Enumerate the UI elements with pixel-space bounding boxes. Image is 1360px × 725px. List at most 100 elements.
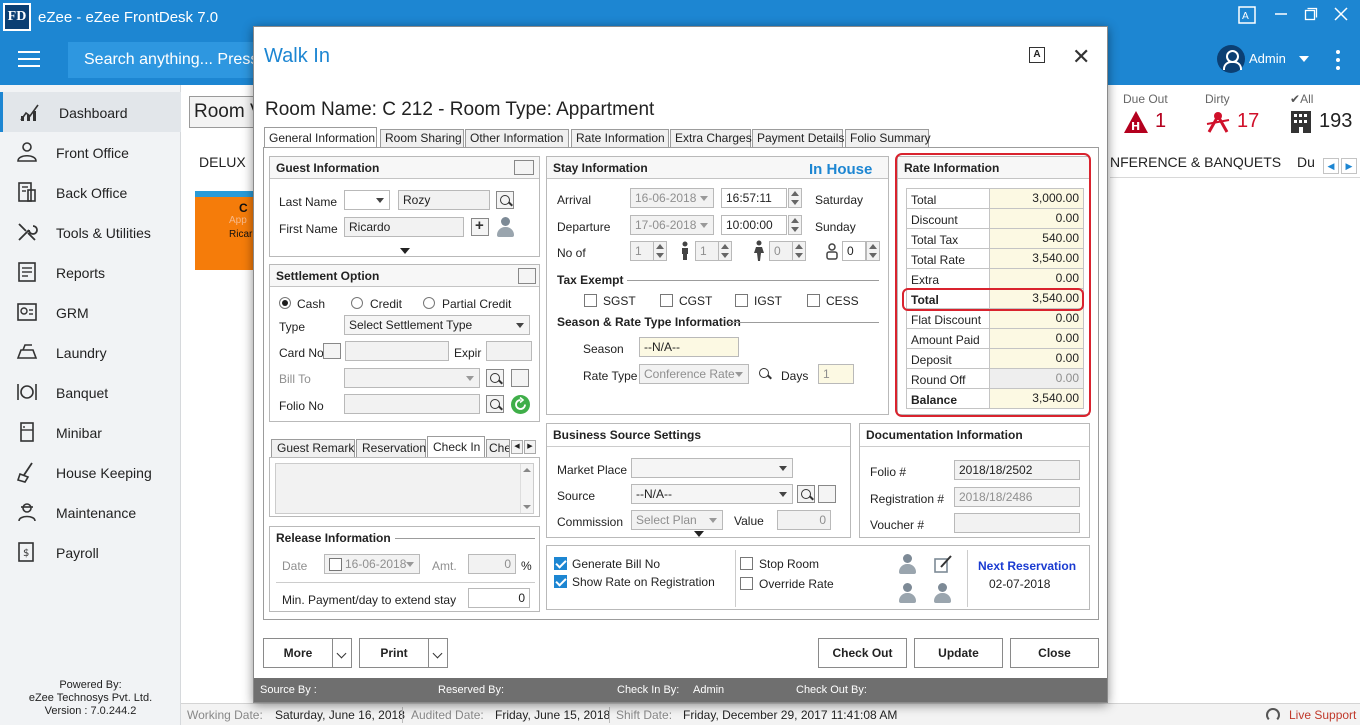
sidebar-item-banquet[interactable]: Banquet — [0, 372, 181, 412]
folio-number-input[interactable]: 2018/18/2502 — [954, 460, 1080, 480]
adults-input[interactable]: 1 — [695, 241, 719, 261]
edit-icon[interactable] — [932, 553, 954, 575]
sidebar-item-dashboard[interactable]: Dashboard — [0, 92, 181, 132]
expand-caret-icon[interactable] — [694, 531, 704, 537]
guest-card-icon[interactable] — [514, 160, 534, 175]
stop-room-checkbox[interactable] — [740, 557, 753, 570]
sidebar-item-maintenance[interactable]: Maintenance — [0, 492, 181, 532]
sidebar-item-tools-utilities[interactable]: Tools & Utilities — [0, 212, 181, 252]
check-out-button[interactable]: Check Out — [818, 638, 907, 668]
room-card[interactable]: C App Ricar — [195, 191, 255, 270]
guest-group-icon[interactable] — [897, 582, 919, 604]
chevron-down-icon[interactable] — [1299, 56, 1309, 62]
close-icon[interactable]: ✕ — [1072, 44, 1090, 70]
more-dropdown-button[interactable] — [332, 638, 352, 668]
print-dropdown-button[interactable] — [428, 638, 448, 668]
user-avatar-icon[interactable] — [1217, 45, 1245, 73]
more-button[interactable]: More — [263, 638, 333, 668]
language-icon[interactable]: A — [1029, 47, 1045, 63]
add-bill-to-icon[interactable] — [511, 369, 529, 387]
remark-scrollbar[interactable] — [520, 464, 533, 513]
cess-checkbox[interactable] — [807, 294, 820, 307]
departure-time-input[interactable]: 10:00:00 — [721, 215, 787, 235]
infants-stepper[interactable] — [866, 241, 880, 261]
tab-du[interactable]: Du — [1297, 154, 1315, 170]
tab-rate-information[interactable]: Rate Information — [571, 129, 669, 147]
expand-caret-icon[interactable] — [400, 248, 410, 254]
tab-reservation[interactable]: Reservation — [356, 439, 426, 457]
search-guest-icon[interactable] — [496, 191, 514, 209]
sgst-checkbox[interactable] — [584, 294, 597, 307]
sidebar-item-back-office[interactable]: Back Office — [0, 172, 181, 212]
arrival-time-stepper[interactable] — [788, 188, 802, 208]
folio-no-input[interactable] — [344, 394, 480, 414]
bill-to-select[interactable] — [344, 368, 480, 388]
language-icon[interactable]: A — [1236, 6, 1258, 28]
tab-che[interactable]: Che — [486, 439, 510, 457]
source-select[interactable]: --N/A-- — [631, 484, 793, 504]
sidebar-item-grm[interactable]: GRM — [0, 292, 181, 332]
adults-stepper[interactable] — [718, 241, 732, 261]
tab-payment-details[interactable]: Payment Details — [752, 129, 844, 147]
settlement-type-select[interactable]: Select Settlement Type — [344, 315, 530, 335]
more-options-icon[interactable] — [1336, 50, 1340, 70]
sidebar-item-front-office[interactable]: Front Office — [0, 132, 181, 172]
room-view-button[interactable]: Room V — [189, 96, 255, 128]
value-input[interactable]: 0 — [777, 510, 831, 530]
guest-profile-icon[interactable] — [495, 216, 517, 238]
search-bill-to-icon[interactable] — [486, 369, 504, 387]
igst-checkbox[interactable] — [735, 294, 748, 307]
season-input[interactable]: --N/A-- — [639, 337, 739, 357]
show-rate-checkbox[interactable] — [554, 575, 567, 588]
menu-icon[interactable] — [18, 51, 40, 67]
rooms-count-input[interactable]: 1 — [630, 241, 654, 261]
rate-type-select[interactable]: Conference Rate — [639, 364, 749, 384]
sidebar-item-house-keeping[interactable]: House Keeping — [0, 452, 181, 492]
amt-input[interactable]: 0 — [468, 554, 516, 574]
tab-guest-remark[interactable]: Guest Remark — [271, 439, 355, 457]
refresh-icon[interactable] — [511, 395, 530, 414]
tab-extra-charges[interactable]: Extra Charges — [670, 129, 752, 147]
sidebar-item-minibar[interactable]: Minibar — [0, 412, 181, 452]
generate-bill-checkbox[interactable] — [554, 557, 567, 570]
commission-select[interactable]: Select Plan — [631, 510, 723, 530]
close-button[interactable]: Close — [1010, 638, 1099, 668]
tab-scroll-right-icon[interactable]: ▶ — [1341, 158, 1357, 174]
departure-time-stepper[interactable] — [788, 215, 802, 235]
print-button[interactable]: Print — [359, 638, 429, 668]
tab-folio-summary[interactable]: Folio Summary — [845, 129, 931, 147]
registration-number-input[interactable]: 2018/18/2486 — [954, 487, 1080, 507]
departure-date-select[interactable]: 17-06-2018 — [630, 215, 714, 235]
partial-credit-radio[interactable] — [423, 297, 435, 309]
update-button[interactable]: Update — [914, 638, 1003, 668]
sidebar-item-laundry[interactable]: Laundry — [0, 332, 181, 372]
cash-radio[interactable] — [279, 297, 291, 309]
settlement-card-icon[interactable] — [518, 268, 536, 284]
arrival-time-input[interactable]: 16:57:11 — [721, 188, 787, 208]
add-source-icon[interactable] — [818, 485, 836, 503]
children-stepper[interactable] — [792, 241, 806, 261]
maximize-button[interactable] — [1300, 6, 1322, 28]
search-source-icon[interactable] — [797, 485, 815, 503]
sidebar-item-reports[interactable]: Reports — [0, 252, 181, 292]
live-support-link[interactable]: Live Support — [1289, 708, 1356, 722]
min-payment-input[interactable]: 0 — [468, 588, 530, 608]
tabs-scroll-right-icon[interactable]: ▶ — [524, 440, 536, 454]
sidebar-item-payroll[interactable]: $ Payroll — [0, 532, 181, 572]
remark-textarea[interactable] — [275, 463, 534, 514]
close-window-button[interactable] — [1330, 6, 1352, 28]
cgst-checkbox[interactable] — [660, 294, 673, 307]
market-place-select[interactable] — [631, 458, 793, 478]
search-folio-icon[interactable] — [486, 395, 504, 413]
tab-delux[interactable]: DELUX — [199, 154, 246, 170]
search-rate-type-icon[interactable] — [756, 365, 774, 383]
tab-room-sharing[interactable]: Room Sharing — [380, 129, 464, 147]
minimize-button[interactable] — [1270, 6, 1292, 28]
expiry-input[interactable] — [486, 341, 532, 361]
next-reservation-label[interactable]: Next Reservation — [978, 559, 1076, 573]
first-name-input[interactable]: Ricardo — [344, 217, 464, 237]
override-rate-checkbox[interactable] — [740, 577, 753, 590]
guest-list-icon[interactable] — [897, 553, 919, 575]
release-date-checkbox[interactable] — [329, 558, 342, 571]
tab-general-information[interactable]: General Information — [264, 127, 377, 148]
